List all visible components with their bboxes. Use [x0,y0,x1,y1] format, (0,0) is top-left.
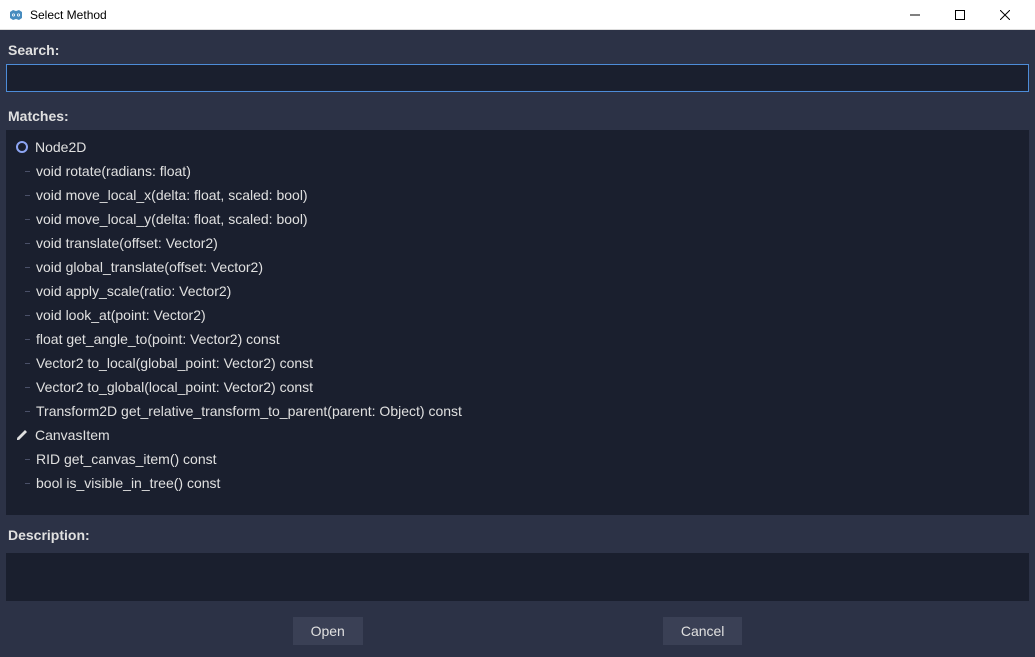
method-signature: void move_local_x(delta: float, scaled: … [36,187,308,203]
method-signature: Transform2D get_relative_transform_to_pa… [36,403,462,419]
tree-connector-icon [25,483,30,484]
search-label: Search: [0,30,1035,64]
content-area: Search: Matches: Node2D void rotate(radia… [0,30,1035,657]
method-row[interactable]: void look_at(point: Vector2) [7,303,1029,327]
method-row[interactable]: Transform2D get_relative_transform_to_pa… [7,399,1029,423]
class-row-node2d[interactable]: Node2D [7,135,1029,159]
method-signature: void move_local_y(delta: float, scaled: … [36,211,308,227]
node2d-icon [15,140,29,154]
method-signature: void look_at(point: Vector2) [36,307,206,323]
method-signature: Vector2 to_global(local_point: Vector2) … [36,379,313,395]
matches-label: Matches: [0,96,1035,130]
minimize-button[interactable] [892,0,937,30]
tree-connector-icon [25,411,30,412]
method-row[interactable]: bool is_visible_in_tree() const [7,471,1029,495]
method-signature: RID get_canvas_item() const [36,451,217,467]
method-signature: float get_angle_to(point: Vector2) const [36,331,280,347]
class-label: CanvasItem [35,427,110,443]
method-row[interactable]: float get_angle_to(point: Vector2) const [7,327,1029,351]
canvasitem-icon [15,428,29,442]
method-row[interactable]: void translate(offset: Vector2) [7,231,1029,255]
titlebar: Select Method [0,0,1035,30]
tree-connector-icon [25,459,30,460]
method-signature: void global_translate(offset: Vector2) [36,259,263,275]
tree-connector-icon [25,315,30,316]
open-button[interactable]: Open [293,617,363,645]
maximize-button[interactable] [937,0,982,30]
method-signature: void rotate(radians: float) [36,163,191,179]
method-row[interactable]: RID get_canvas_item() const [7,447,1029,471]
tree-connector-icon [25,219,30,220]
close-button[interactable] [982,0,1027,30]
matches-tree[interactable]: Node2D void rotate(radians: float) void mo… [6,130,1029,515]
description-box [6,553,1029,601]
method-row[interactable]: void apply_scale(ratio: Vector2) [7,279,1029,303]
tree-connector-icon [25,171,30,172]
method-signature: bool is_visible_in_tree() const [36,475,220,491]
method-row[interactable]: void global_translate(offset: Vector2) [7,255,1029,279]
tree-connector-icon [25,387,30,388]
tree-connector-icon [25,195,30,196]
class-row-canvasitem[interactable]: CanvasItem [7,423,1029,447]
tree-connector-icon [25,363,30,364]
button-row: Open Cancel [0,609,1035,657]
window-title: Select Method [30,8,892,22]
method-signature: void apply_scale(ratio: Vector2) [36,283,231,299]
method-row[interactable]: Vector2 to_local(global_point: Vector2) … [7,351,1029,375]
method-signature: void translate(offset: Vector2) [36,235,218,251]
method-row[interactable]: Vector2 to_global(local_point: Vector2) … [7,375,1029,399]
method-row[interactable]: void move_local_x(delta: float, scaled: … [7,183,1029,207]
description-label: Description: [0,515,1035,549]
cancel-button[interactable]: Cancel [663,617,743,645]
method-row[interactable]: void move_local_y(delta: float, scaled: … [7,207,1029,231]
class-label: Node2D [35,139,86,155]
tree-connector-icon [25,291,30,292]
method-row[interactable]: void rotate(radians: float) [7,159,1029,183]
method-signature: Vector2 to_local(global_point: Vector2) … [36,355,313,371]
godot-icon [8,7,24,23]
tree-connector-icon [25,243,30,244]
window-controls [892,0,1027,30]
tree-connector-icon [25,339,30,340]
tree-connector-icon [25,267,30,268]
search-input[interactable] [6,64,1029,92]
